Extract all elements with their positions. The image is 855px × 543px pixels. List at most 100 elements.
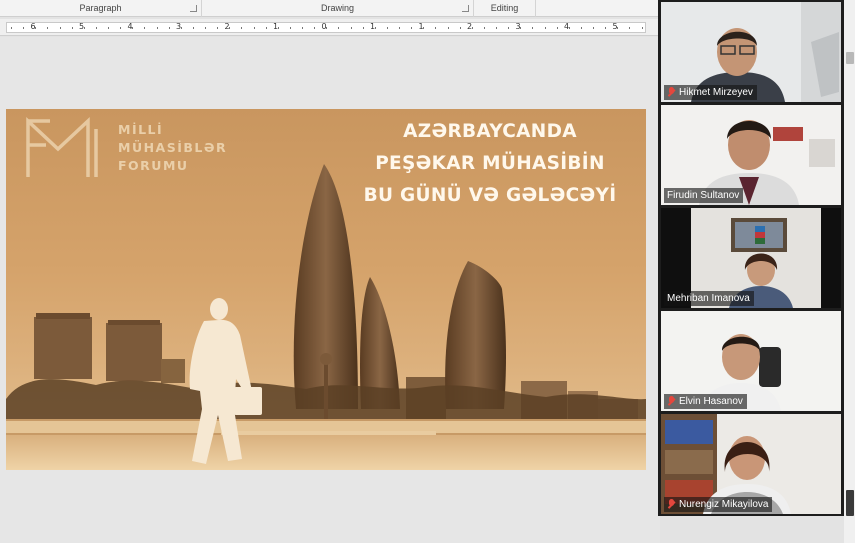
ruler-tick bbox=[205, 27, 206, 29]
ruler-number: 1 bbox=[418, 22, 424, 31]
ruler-tick bbox=[35, 27, 37, 29]
participant-name: Firudin Sultanov bbox=[667, 190, 740, 201]
ruler-tick bbox=[556, 27, 558, 29]
participant-name-tag: Elvin Hasanov bbox=[664, 394, 747, 409]
ruler-tick bbox=[580, 27, 582, 29]
participant-tile[interactable]: Hikmet Mirzeyev bbox=[661, 2, 841, 102]
ruler-tick bbox=[59, 27, 61, 29]
ruler-tick bbox=[108, 27, 109, 29]
mic-muted-icon bbox=[667, 396, 676, 407]
ruler-tick bbox=[229, 27, 231, 29]
ruler-tick bbox=[411, 27, 413, 29]
slide-canvas[interactable]: MİLLİ MÜHASİBLƏR FORUMU AZƏRBAYCANDA PEŞ… bbox=[6, 109, 646, 470]
forum-logo-icon bbox=[26, 116, 98, 177]
ruler-tick bbox=[483, 27, 485, 29]
ruler-tick bbox=[593, 27, 594, 29]
mic-muted-icon bbox=[667, 87, 676, 98]
participant-tile[interactable]: Firudin Sultanov bbox=[661, 105, 841, 205]
ruler-tick bbox=[605, 27, 607, 29]
ruler-tick bbox=[447, 27, 449, 29]
dialog-launcher-icon[interactable] bbox=[462, 5, 469, 12]
ruler-number: 1 bbox=[272, 22, 279, 31]
ruler-tick bbox=[253, 27, 255, 29]
ruler-number: 3 bbox=[175, 22, 182, 31]
ribbon-group-label: Editing bbox=[490, 3, 519, 13]
participant-tile[interactable]: Elvin Hasanov bbox=[661, 311, 841, 411]
ruler-tick bbox=[350, 27, 352, 29]
slide-title-line: AZƏRBAYCANDA bbox=[403, 121, 577, 142]
mic-muted-icon bbox=[667, 499, 676, 510]
slide-title-line: PEŞƏKAR MÜHASİBİN bbox=[375, 153, 605, 174]
ruler-tick bbox=[217, 27, 219, 29]
participant-name: Mehriban Imanova bbox=[667, 293, 750, 304]
ruler-tick bbox=[132, 27, 134, 29]
ruler-tick bbox=[95, 27, 97, 29]
scroll-handle[interactable] bbox=[846, 490, 854, 516]
ruler-tick bbox=[629, 27, 631, 29]
horizontal-ruler[interactable]: 65432101123456 bbox=[0, 19, 666, 36]
ruler-tick bbox=[568, 27, 570, 29]
ruler-number: 2 bbox=[224, 22, 230, 31]
ruler-tick bbox=[532, 27, 534, 29]
ruler-tick bbox=[338, 27, 340, 29]
ruler-number: 5 bbox=[78, 22, 85, 31]
participant-name: Nurengiz Mikayilova bbox=[679, 499, 769, 510]
dialog-launcher-icon[interactable] bbox=[190, 5, 197, 12]
panel-toggle-button[interactable] bbox=[846, 52, 854, 64]
ruler-tick bbox=[11, 27, 12, 29]
ruler-tick bbox=[180, 27, 182, 29]
ribbon-group-label: Paragraph bbox=[79, 3, 122, 13]
ruler-tick bbox=[520, 27, 522, 29]
slide-title-line: BU GÜNÜ VƏ GƏLƏCƏYİ bbox=[363, 185, 617, 206]
ruler-tick bbox=[544, 27, 546, 29]
ruler-tick bbox=[120, 27, 122, 29]
ribbon-group-bar: Paragraph Drawing Editing bbox=[0, 0, 660, 17]
ruler-number: 5 bbox=[612, 22, 618, 31]
ruler-tick bbox=[302, 27, 303, 29]
ruler-number: 0 bbox=[321, 22, 327, 31]
ruler-tick bbox=[399, 27, 400, 29]
ruler-tick bbox=[289, 27, 291, 29]
ruler-tick bbox=[144, 27, 146, 29]
ruler-tick bbox=[277, 27, 279, 29]
participant-name-tag: Mehriban Imanova bbox=[664, 291, 754, 306]
ribbon-group-label: Drawing bbox=[320, 3, 354, 13]
logo-text-line: MÜHASİBLƏR bbox=[118, 140, 228, 155]
ruler-tick bbox=[71, 27, 73, 29]
ruler-tick bbox=[471, 27, 473, 29]
participant-name-tag: Nurengiz Mikayilova bbox=[664, 497, 773, 512]
ruler-number: 1 bbox=[369, 22, 376, 31]
ribbon-group-editing[interactable]: Editing bbox=[474, 0, 536, 17]
logo-text-line: MİLLİ bbox=[118, 122, 164, 137]
ruler-number: 2 bbox=[466, 22, 473, 31]
ruler-tick bbox=[168, 27, 170, 29]
ruler-tick bbox=[314, 27, 316, 29]
ruler-tick bbox=[192, 27, 194, 29]
ribbon-group-paragraph[interactable]: Paragraph bbox=[0, 0, 202, 17]
ruler-number: 4 bbox=[127, 22, 133, 31]
ruler-tick bbox=[326, 27, 328, 29]
ruler-tick bbox=[435, 27, 437, 29]
logo-text-line: FORUMU bbox=[118, 158, 189, 173]
ribbon-group-drawing[interactable]: Drawing bbox=[202, 0, 474, 17]
ruler-tick bbox=[156, 27, 158, 29]
window-edge-strip bbox=[844, 0, 855, 543]
participant-name-tag: Hikmet Mirzeyev bbox=[664, 85, 757, 100]
ruler-tick bbox=[374, 27, 376, 29]
ruler-number: 3 bbox=[515, 22, 521, 31]
participant-name: Hikmet Mirzeyev bbox=[679, 87, 753, 98]
ruler-tick bbox=[641, 27, 643, 29]
ruler-tick bbox=[496, 27, 497, 29]
participant-name: Elvin Hasanov bbox=[679, 396, 743, 407]
participant-tile[interactable]: Nurengiz Mikayilova bbox=[661, 414, 841, 514]
ruler-tick bbox=[386, 27, 388, 29]
ruler-tick bbox=[241, 27, 243, 29]
ruler-track[interactable]: 65432101123456 bbox=[6, 22, 666, 33]
ruler-tick bbox=[459, 27, 461, 29]
ruler-tick bbox=[508, 27, 510, 29]
ruler-tick bbox=[47, 27, 49, 29]
participant-tile[interactable]: Mehriban Imanova bbox=[661, 208, 841, 308]
ruler-tick bbox=[83, 27, 85, 29]
participant-name-tag: Firudin Sultanov bbox=[664, 188, 744, 203]
ruler-number: 4 bbox=[563, 22, 570, 31]
